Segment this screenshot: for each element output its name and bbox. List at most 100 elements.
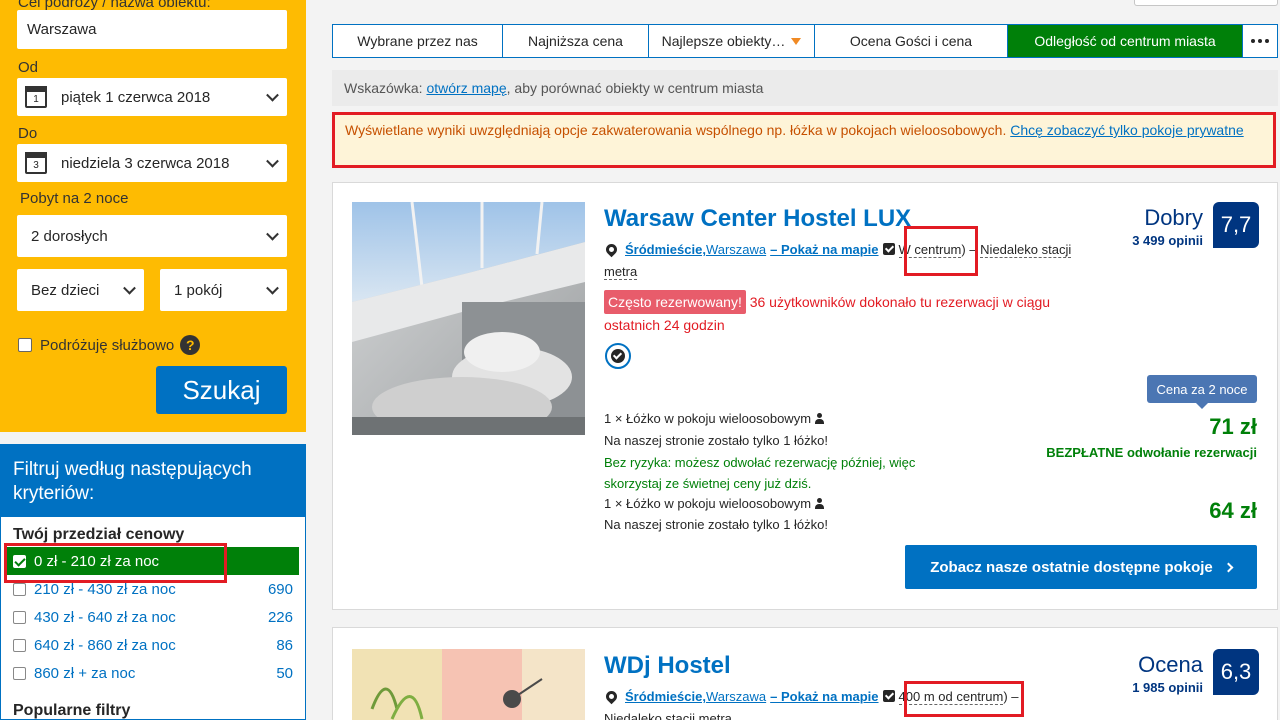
city-link[interactable]: Warszawa [706,242,766,257]
district-link[interactable]: Śródmieście, [625,689,706,704]
rating-word: Dobry [1144,205,1203,230]
booking-note: 36 użytkowników dokonało tu rezerwacji w… [745,294,1051,310]
open-map-link[interactable]: otwórz mapę [426,80,506,96]
price-1: 71 zł [1209,414,1257,439]
checkout-value: niedziela 3 czerwca 2018 [61,154,230,172]
price-range-count: 86 [276,636,293,654]
business-travel-toggle[interactable]: Podróżuję służbowo ? [18,335,201,355]
children-select[interactable]: Bez dzieci [17,269,144,311]
metro-nearby: Niedaleko stacji [980,242,1072,258]
chevron-down-icon [266,227,279,241]
price-filter-860-plus[interactable]: 860 zł + za noc 50 [7,659,299,687]
shared-accommodation-warning: Wyświetlane wyniki uwzględniają opcje za… [332,112,1276,168]
calendar-icon: 1 [25,86,47,108]
property-name-link[interactable]: Warsaw Center Hostel LUX [604,205,911,233]
property-photo[interactable] [352,202,585,435]
business-label: Podróżuję służbowo [40,336,175,354]
checkin-date-picker[interactable]: 1 piątek 1 czerwca 2018 [17,78,287,116]
more-options-button[interactable] [1243,25,1277,57]
show-on-map-link[interactable]: – Pokaż na mapie [770,242,878,257]
review-count[interactable]: 3 499 opinii [1132,233,1203,248]
review-score: 7,7 [1213,202,1259,248]
review-score: 6,3 [1213,649,1259,695]
chevron-down-icon [123,281,136,295]
popular-filters-title: Popularne filtry [13,702,131,719]
tab-review-score-price[interactable]: Ocena Gości i cena [815,25,1008,57]
risk-free-note: Bez ryzyka: możesz odwołać rezerwację pó… [604,455,916,491]
checkout-date-picker[interactable]: 3 niedziela 3 czerwca 2018 [17,144,287,182]
person-icon [815,413,825,424]
adults-value: 2 dorosłych [31,227,108,245]
checkin-label: Od [18,59,39,76]
search-panel: Cel podróży / nazwa obiektu: Warszawa Od… [0,0,306,432]
tab-lowest-price[interactable]: Najniższa cena [503,25,649,57]
verified-check-icon [882,243,895,255]
see-available-rooms-button[interactable]: Zobacz nasze ostatnie dostępne pokoje [905,545,1257,589]
hint-suffix: , aby porównać obiekty w centrum miasta [506,80,764,96]
tab-our-picks[interactable]: Wybrane przez nas [333,25,503,57]
map-hint-bar: Wskazówka: otwórz mapę, aby porównać obi… [332,70,1278,106]
more-dots-icon [1251,39,1269,43]
chevron-down-icon [266,88,279,102]
price-section-title: Twój przedział cenowy [13,526,185,543]
adults-select[interactable]: 2 dorosłych [17,215,287,257]
verified-check-icon [882,690,895,702]
price-2: 64 zł [1209,498,1257,523]
review-count[interactable]: 1 985 opinii [1132,680,1203,695]
price-range-label: 210 zł - 430 zł za noc [34,580,176,598]
search-button[interactable]: Szukaj [156,366,287,414]
metro-nearby-cont: metra [604,264,638,280]
highlight-distance-2 [904,681,1024,717]
checkbox[interactable] [13,666,26,680]
rooms-select[interactable]: 1 pokój [160,269,287,311]
property-photo[interactable] [352,649,585,720]
highlight-price-filter [4,543,227,583]
checkbox[interactable] [13,610,26,624]
price-range-count: 226 [267,608,293,626]
metro-nearby: Niedaleko stacji metra [604,711,732,720]
highlight-distance-1 [904,226,978,276]
stay-length-label: Pobyt na 2 noce [20,190,129,207]
destination-input[interactable]: Warszawa [17,10,287,49]
tab-distance-from-center[interactable]: Odległość od centrum miasta [1008,25,1243,57]
room-type: 1 × Łóżko w pokoju wieloosobowym [604,496,812,511]
booking-note-2: ostatnich 24 godzin [604,317,725,333]
rating-word: Ocena [1138,652,1203,677]
price-range-count: 50 [276,664,293,682]
private-rooms-link[interactable]: Chcę zobaczyć tylko pokoje prywatne [1010,122,1243,138]
tab-best-properties-label: Najlepsze obiekty… [661,33,786,49]
hostel-photo [352,649,585,720]
checkbox[interactable] [13,638,26,652]
room-option-2: 1 × Łóżko w pokoju wieloosobowym [604,496,825,511]
rooms-value: 1 pokój [174,281,223,299]
cta-label: Zobacz nasze ostatnie dostępne pokoje [930,558,1213,576]
availability-note-2: Na naszej stronie zostało tylko 1 łóżko! [604,517,828,532]
checkbox[interactable] [13,582,26,596]
property-card: WDj Hostel Śródmieście,Warszawa – Pokaż n… [332,627,1278,720]
property-location-cont: Niedaleko stacji metra [604,708,732,720]
price-filter-430-640[interactable]: 430 zł - 640 zł za noc 226 [7,603,299,631]
checkout-label: Do [18,125,38,142]
map-pin-icon [603,688,620,705]
price-for-nights-tag: Cena za 2 noce [1147,375,1257,409]
price-range-label: 640 zł - 860 zł za noc [34,636,176,654]
price-range-label: 430 zł - 640 zł za noc [34,608,176,626]
city-link[interactable]: Warszawa [706,689,766,704]
room-option-1: 1 × Łóżko w pokoju wieloosobowym [604,411,825,426]
help-icon[interactable]: ? [180,335,201,355]
business-checkbox[interactable] [18,338,32,352]
property-name-link[interactable]: WDj Hostel [604,652,731,680]
property-card: Warsaw Center Hostel LUX Śródmieście,War… [332,182,1278,610]
top-dropdown-edge[interactable] [1134,0,1278,6]
genius-badge-icon [605,343,631,369]
calendar-icon: 3 [25,152,47,174]
district-link[interactable]: Śródmieście, [625,242,706,257]
tab-best-properties[interactable]: Najlepsze obiekty… [649,25,815,57]
property-location-cont: metra [604,261,638,283]
price-filter-640-860[interactable]: 640 zł - 860 zł za noc 86 [7,631,299,659]
popularity-note: Często rezerwowany! 36 użytkowników doko… [604,290,1064,336]
sort-tabs: Wybrane przez nas Najniższa cena Najleps… [332,24,1278,58]
show-on-map-link[interactable]: – Pokaż na mapie [770,689,878,704]
availability-note-1: Na naszej stronie zostało tylko 1 łóżko! [604,433,828,448]
free-cancellation: BEZPŁATNE odwołanie rezerwacji [1046,445,1257,460]
